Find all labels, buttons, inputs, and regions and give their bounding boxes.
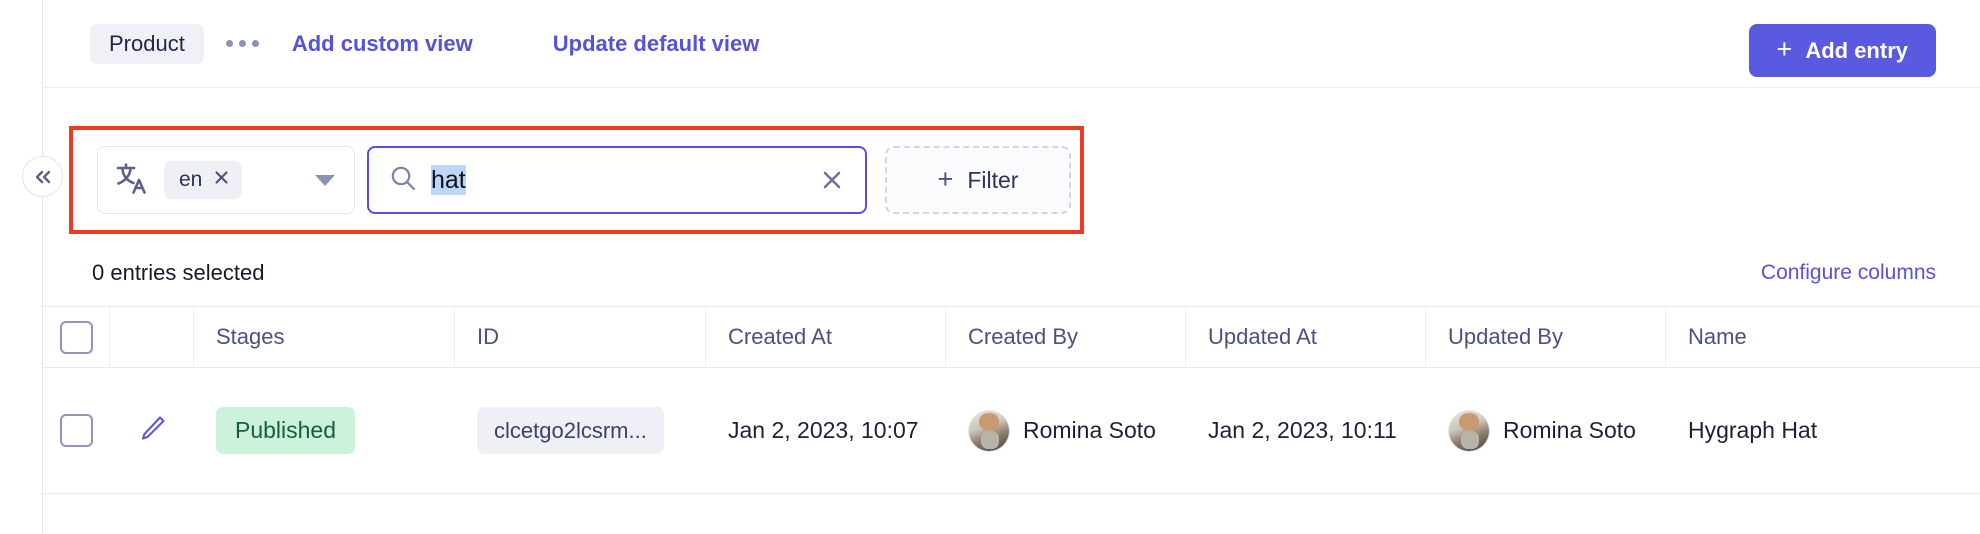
add-custom-view-link[interactable]: Add custom view (292, 31, 473, 57)
row-edit-cell[interactable] (110, 368, 194, 494)
add-entry-label: Add entry (1805, 37, 1908, 63)
row-created-at-cell: Jan 2, 2023, 10:07 (728, 417, 919, 443)
entries-table: Stages ID Created At Created By Updated … (43, 306, 1980, 494)
status-badge: Published (216, 407, 356, 454)
plus-icon: + (937, 163, 954, 194)
locale-tag-en[interactable]: en (164, 161, 243, 199)
selection-toolbar: 0 entries selected Configure columns (43, 239, 1980, 307)
avatar (1448, 409, 1490, 452)
ellipsis-icon-dot (239, 40, 247, 47)
ellipsis-icon-dot (252, 40, 260, 47)
ellipsis-icon-dot (226, 40, 234, 47)
table-header-created-at[interactable]: Created At (706, 306, 946, 368)
table-header-row: Stages ID Created At Created By Updated … (43, 306, 1980, 368)
search-clear-icon[interactable] (817, 165, 847, 195)
sidebar-collapse-button[interactable] (22, 156, 63, 197)
search-input[interactable]: hat (367, 146, 867, 214)
created-by-name: Romina Soto (1023, 417, 1156, 443)
entry-id-pill[interactable]: clcetgo2lcsrm... (477, 407, 664, 454)
locale-selector[interactable]: en (97, 146, 355, 214)
close-icon[interactable] (213, 168, 230, 192)
update-default-view-link[interactable]: Update default view (553, 31, 760, 57)
view-tab-product[interactable]: Product (90, 23, 204, 64)
search-input-value: hat (431, 164, 466, 196)
row-updated-by-cell: Romina Soto (1426, 368, 1666, 494)
checkbox-unchecked-icon[interactable] (59, 320, 93, 354)
plus-icon: + (1776, 34, 1793, 64)
table-header-id[interactable]: ID (455, 306, 706, 368)
search-icon (389, 164, 417, 197)
table-header-updated-at[interactable]: Updated At (1186, 306, 1426, 368)
table-header-select-all[interactable] (43, 306, 110, 368)
table-header-name[interactable]: Name (1666, 307, 1980, 368)
content-manager-screen: Product Add custom view Update default v… (0, 0, 1980, 534)
row-created-by-cell: Romina Soto (946, 368, 1186, 494)
entries-selected-count: 0 entries selected (92, 259, 265, 285)
configure-columns-link[interactable]: Configure columns (1761, 261, 1936, 285)
chevron-double-left-icon (32, 167, 54, 187)
row-stage-cell: Published (194, 368, 455, 494)
locale-tag-label: en (179, 168, 203, 191)
row-id-cell: clcetgo2lcsrm... (455, 368, 706, 494)
avatar (968, 409, 1010, 452)
add-filter-button[interactable]: + Filter (885, 146, 1071, 214)
view-options-button[interactable] (214, 24, 272, 64)
filter-bar-highlight: en hat + Filter (69, 126, 1084, 234)
checkbox-unchecked-icon[interactable] (60, 414, 93, 447)
table-row[interactable]: Published clcetgo2lcsrm... Jan 2, 2023, … (43, 368, 1980, 494)
row-updated-at-cell: Jan 2, 2023, 10:11 (1208, 417, 1397, 443)
view-toolbar: Product Add custom view Update default v… (43, 0, 1980, 88)
table-header-edit (110, 306, 194, 368)
table-header-updated-by[interactable]: Updated By (1426, 306, 1666, 368)
table-header-created-by[interactable]: Created By (946, 306, 1186, 368)
row-name-cell: Hygraph Hat (1688, 417, 1818, 443)
row-select-cell[interactable] (43, 368, 110, 494)
updated-by-name: Romina Soto (1503, 417, 1636, 443)
add-filter-label: Filter (967, 166, 1019, 193)
add-entry-button[interactable]: + Add entry (1748, 24, 1936, 77)
table-header-stages[interactable]: Stages (194, 306, 455, 368)
chevron-down-icon[interactable] (310, 174, 340, 186)
pencil-icon[interactable] (135, 411, 169, 451)
translate-icon (114, 160, 150, 201)
